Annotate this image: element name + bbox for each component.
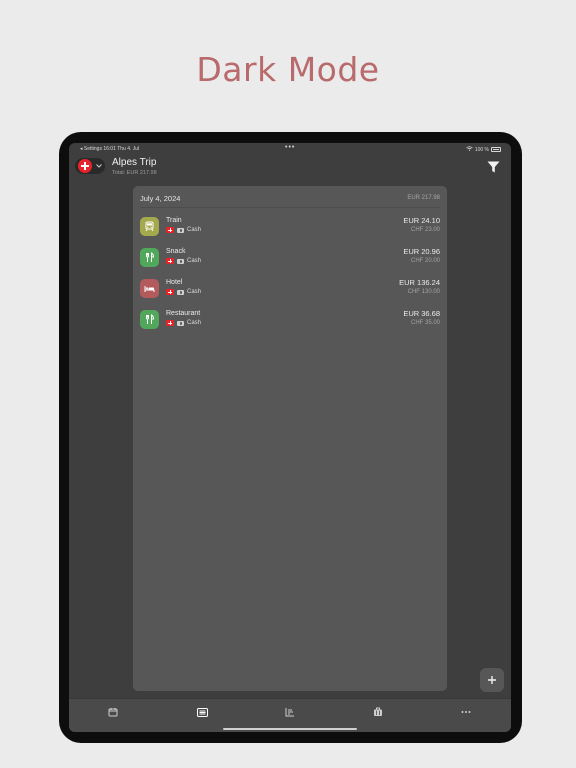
expense-meta: Cash bbox=[166, 227, 201, 233]
swiss-flag-icon bbox=[166, 320, 174, 326]
status-date: Thu 4. Jul bbox=[117, 146, 140, 152]
tab-statistics[interactable] bbox=[283, 705, 297, 719]
plus-icon bbox=[488, 676, 496, 684]
wifi-icon bbox=[466, 146, 473, 153]
day-group-card: July 4, 2024 EUR 217.98 Train Cash EUR 2… bbox=[133, 186, 447, 691]
expense-original-amount: CHF 130.00 bbox=[407, 289, 440, 295]
payment-method: Cash bbox=[187, 258, 202, 264]
expense-name: Snack bbox=[166, 248, 186, 255]
app-screen: ◂ Settings 16:01 Thu 4. Jul ••• 100 % Al… bbox=[69, 143, 511, 732]
expense-meta: Cash bbox=[166, 289, 201, 295]
nav-bar: Alpes Trip Total: EUR 217.98 bbox=[69, 155, 511, 179]
expense-amount: EUR 20.96 bbox=[403, 247, 440, 256]
cash-icon bbox=[177, 227, 184, 233]
fork-knife-icon bbox=[140, 248, 159, 267]
group-date: July 4, 2024 bbox=[140, 194, 181, 203]
status-bar: ◂ Settings 16:01 Thu 4. Jul ••• 100 % bbox=[69, 143, 511, 155]
swiss-flag-icon bbox=[166, 258, 174, 264]
chart-icon bbox=[285, 708, 294, 717]
expense-row-restaurant[interactable]: Restaurant Cash EUR 36.68 CHF 35.00 bbox=[140, 308, 440, 334]
expense-original-amount: CHF 23.00 bbox=[410, 227, 440, 233]
payment-method: Cash bbox=[187, 289, 202, 295]
hero-title: Dark Mode bbox=[196, 50, 380, 89]
more-icon bbox=[461, 711, 471, 713]
payment-method: Cash bbox=[187, 320, 202, 326]
tab-more[interactable] bbox=[459, 705, 473, 719]
expense-meta: Cash bbox=[166, 320, 201, 326]
add-expense-button[interactable] bbox=[480, 668, 504, 692]
suitcase-icon bbox=[374, 707, 382, 716]
fork-knife-icon bbox=[140, 310, 159, 329]
expense-name: Hotel bbox=[166, 279, 183, 286]
expense-original-amount: CHF 35.00 bbox=[410, 320, 440, 326]
train-icon bbox=[140, 217, 159, 236]
expense-name: Train bbox=[166, 217, 182, 224]
battery-icon bbox=[491, 147, 501, 152]
group-total: EUR 217.98 bbox=[407, 195, 440, 201]
expense-amount: EUR 36.68 bbox=[403, 309, 440, 318]
day-group-header: July 4, 2024 EUR 217.98 bbox=[140, 194, 440, 204]
trip-total: Total: EUR 217.98 bbox=[112, 170, 157, 176]
trip-title: Alpes Trip bbox=[112, 157, 157, 168]
list-icon bbox=[196, 707, 208, 717]
tab-bar bbox=[69, 698, 511, 732]
expense-original-amount: CHF 20.00 bbox=[410, 258, 440, 264]
currency-flag-picker[interactable] bbox=[75, 158, 105, 174]
bed-icon bbox=[140, 279, 159, 298]
status-right: 100 % bbox=[466, 146, 501, 153]
cash-icon bbox=[177, 320, 184, 326]
swiss-flag-icon bbox=[166, 289, 174, 295]
payment-method: Cash bbox=[187, 227, 202, 233]
divider bbox=[140, 207, 440, 208]
battery-percent: 100 % bbox=[474, 146, 489, 153]
status-left: ◂ Settings 16:01 Thu 4. Jul bbox=[80, 146, 139, 152]
back-to-settings[interactable]: ◂ Settings bbox=[80, 146, 102, 152]
home-indicator[interactable] bbox=[223, 728, 357, 730]
tab-calendar[interactable] bbox=[106, 705, 120, 719]
expense-row-hotel[interactable]: Hotel Cash EUR 136.24 CHF 130.00 bbox=[140, 277, 440, 303]
cash-icon bbox=[177, 289, 184, 295]
expense-row-snack[interactable]: Snack Cash EUR 20.96 CHF 20.00 bbox=[140, 246, 440, 272]
calendar-icon bbox=[108, 708, 118, 717]
swiss-flag-icon bbox=[78, 159, 92, 173]
tab-trips[interactable] bbox=[371, 705, 385, 719]
multitasking-dots[interactable]: ••• bbox=[285, 144, 295, 151]
expense-row-train[interactable]: Train Cash EUR 24.10 CHF 23.00 bbox=[140, 215, 440, 241]
expense-name: Restaurant bbox=[166, 310, 201, 317]
expense-amount: EUR 136.24 bbox=[399, 278, 440, 287]
tablet-frame: ◂ Settings 16:01 Thu 4. Jul ••• 100 % Al… bbox=[59, 132, 522, 743]
filter-icon[interactable] bbox=[487, 160, 500, 173]
swiss-flag-icon bbox=[166, 227, 174, 233]
expense-meta: Cash bbox=[166, 258, 201, 264]
cash-icon bbox=[177, 258, 184, 264]
expense-amount: EUR 24.10 bbox=[403, 216, 440, 225]
status-time: 16:01 bbox=[103, 146, 116, 152]
chevron-down-icon bbox=[96, 163, 102, 170]
tab-list[interactable] bbox=[195, 705, 209, 719]
